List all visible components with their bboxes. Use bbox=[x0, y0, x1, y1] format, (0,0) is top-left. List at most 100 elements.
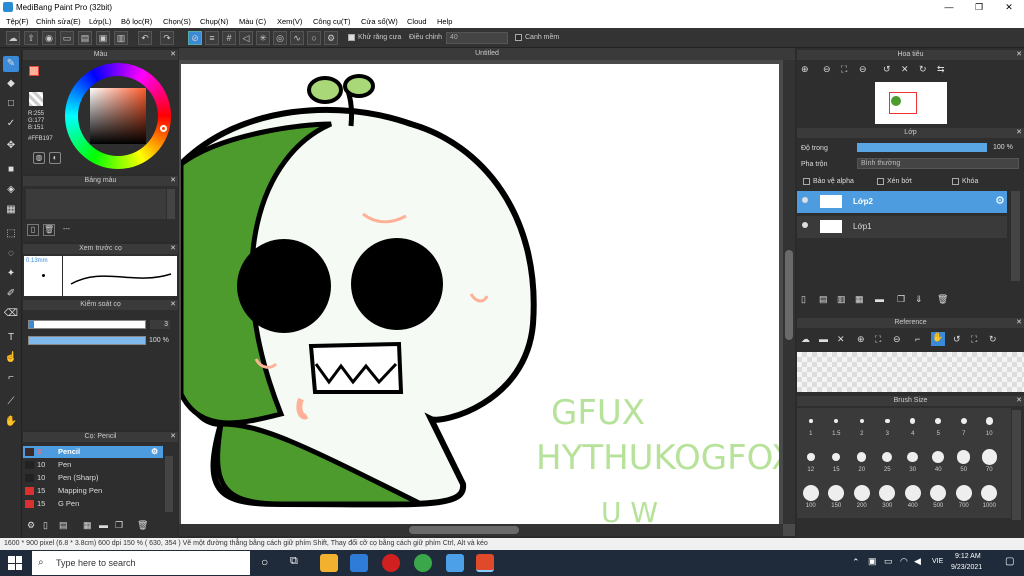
brush-tool-icon[interactable]: ✎ bbox=[3, 56, 19, 72]
new-layer-icon[interactable]: ▯ bbox=[801, 294, 806, 305]
add-palette-icon[interactable]: ▯ bbox=[27, 224, 39, 236]
reference-folder-icon[interactable]: ▬ bbox=[819, 334, 828, 344]
battery-icon[interactable]: ▭ bbox=[884, 556, 893, 567]
brush-size-value[interactable]: 3 bbox=[150, 320, 170, 329]
palette-icon[interactable]: ◍ bbox=[33, 152, 45, 164]
dot-tool-icon[interactable]: ✓ bbox=[3, 116, 19, 132]
select-eraser-icon[interactable]: ⌫ bbox=[3, 306, 19, 322]
reference-eyedropper-icon[interactable]: ⌐ bbox=[915, 334, 920, 344]
brush-size-option[interactable]: 40 bbox=[926, 448, 952, 473]
brush-item[interactable]: 10 Pen bbox=[23, 459, 163, 471]
save-icon[interactable]: ▥ bbox=[114, 31, 128, 45]
eraser-tool-icon[interactable]: ◆ bbox=[3, 76, 19, 92]
lasso-tool-icon[interactable]: ◌ bbox=[3, 246, 19, 262]
canvas-horizontal-scrollbar[interactable] bbox=[179, 524, 783, 536]
store-app-icon[interactable] bbox=[320, 554, 338, 572]
palette-area[interactable] bbox=[26, 189, 166, 219]
menu-view[interactable]: Xem(V) bbox=[277, 17, 302, 26]
tray-up-icon[interactable]: ⌃ bbox=[852, 557, 860, 568]
brush-size-option[interactable]: 7 bbox=[951, 412, 977, 437]
layers-scrollbar[interactable] bbox=[1011, 191, 1020, 281]
navigator-thumbnail[interactable] bbox=[875, 82, 947, 124]
select-tool-icon[interactable]: ⬚ bbox=[3, 226, 19, 242]
menu-capture[interactable]: Chụp(N) bbox=[200, 17, 228, 26]
chat-icon[interactable]: ▭ bbox=[60, 31, 74, 45]
layer-opacity-slider[interactable] bbox=[857, 143, 987, 152]
layer-row[interactable]: Lớp1 bbox=[797, 216, 1007, 238]
canvas-tab[interactable]: Untitled bbox=[179, 48, 795, 60]
protect-alpha-checkbox[interactable] bbox=[803, 178, 810, 185]
menu-help[interactable]: Help bbox=[437, 17, 452, 26]
bucket-tool-icon[interactable]: ◈ bbox=[3, 182, 19, 198]
open-file-icon[interactable]: ▣ bbox=[96, 31, 110, 45]
windows-start-icon[interactable] bbox=[8, 556, 22, 570]
menu-cloud[interactable]: Cloud bbox=[407, 17, 427, 26]
brush-list-scrollbar[interactable] bbox=[165, 456, 173, 512]
reference-reset-icon[interactable]: ⛶ bbox=[971, 334, 977, 345]
fit-icon[interactable]: ⛶ bbox=[841, 64, 847, 75]
brush-menu-icon[interactable]: ▤ bbox=[59, 520, 68, 531]
delete-palette-icon[interactable]: 🗑 bbox=[43, 224, 55, 236]
brush-size-slider[interactable] bbox=[28, 320, 146, 329]
brush-size-option[interactable]: 1 bbox=[798, 412, 824, 437]
menu-window[interactable]: Cửa sổ(W) bbox=[361, 17, 398, 26]
menu-filter[interactable]: Bộ lọc(R) bbox=[121, 17, 152, 26]
hue-handle[interactable] bbox=[160, 125, 167, 132]
panel-close-icon[interactable]: ✕ bbox=[170, 432, 176, 440]
panel-close-icon[interactable]: ✕ bbox=[1016, 50, 1022, 58]
brush-size-option[interactable]: 20 bbox=[849, 448, 875, 473]
panel-close-icon[interactable]: ✕ bbox=[1016, 318, 1022, 326]
folder-icon[interactable]: ▬ bbox=[99, 520, 108, 530]
rotate-left-icon[interactable]: ↺ bbox=[883, 64, 891, 75]
brush-size-option[interactable]: 12 bbox=[798, 448, 824, 473]
undo-icon[interactable]: ↶ bbox=[138, 31, 152, 45]
menu-edit[interactable]: Chỉnh sửa(E) bbox=[36, 17, 81, 26]
eyedropper-tool-icon[interactable]: ⌐ bbox=[3, 370, 19, 386]
upload-icon[interactable]: ⇧ bbox=[24, 31, 38, 45]
new-layer-menu-icon[interactable]: ▦ bbox=[855, 294, 864, 305]
panel-close-icon[interactable]: ✕ bbox=[170, 176, 176, 184]
cortana-icon[interactable]: ○ bbox=[261, 555, 268, 569]
brush-size-option[interactable]: 25 bbox=[875, 448, 901, 473]
wifi-icon[interactable]: ◠ bbox=[900, 556, 908, 567]
tray-app-icon[interactable]: ▣ bbox=[868, 556, 877, 567]
brush-size-option[interactable]: 400 bbox=[900, 484, 926, 509]
reference-fit-icon[interactable]: ⛶ bbox=[875, 334, 881, 345]
reference-open-icon[interactable]: ☁ bbox=[801, 334, 810, 345]
brush-size-option[interactable]: 2 bbox=[849, 412, 875, 437]
chrome-app-icon[interactable] bbox=[414, 554, 432, 572]
mail-app-icon[interactable] bbox=[350, 554, 368, 572]
correction-select[interactable]: 40 bbox=[446, 32, 508, 44]
primary-color-swatch[interactable] bbox=[29, 66, 39, 76]
canvas-vertical-scrollbar[interactable] bbox=[783, 60, 795, 524]
reference-hand-icon[interactable]: ✋ bbox=[931, 332, 945, 346]
shape-tool-icon[interactable]: □ bbox=[3, 96, 19, 112]
reference-image-area[interactable] bbox=[797, 352, 1024, 392]
medibang-app-icon[interactable] bbox=[476, 554, 494, 572]
volume-icon[interactable]: ◀ bbox=[914, 556, 921, 567]
snap-circle-icon[interactable]: ◎ bbox=[273, 31, 287, 45]
menu-layer[interactable]: Lớp(L) bbox=[89, 17, 111, 26]
new-halftone-icon[interactable]: ▥ bbox=[837, 294, 846, 305]
snap-curve-icon[interactable]: ∿ bbox=[290, 31, 304, 45]
reference-close-icon[interactable]: ✕ bbox=[837, 334, 845, 345]
menu-tools[interactable]: Công cụ(T) bbox=[313, 17, 351, 26]
reference-zoom-out-icon[interactable]: ⊖ bbox=[893, 334, 901, 345]
select-pen-icon[interactable]: ✐ bbox=[3, 286, 19, 302]
reset-view-icon[interactable]: ✕ bbox=[901, 64, 909, 75]
color-mode-icon[interactable]: ◐ bbox=[49, 152, 61, 164]
brush-size-option[interactable]: 15 bbox=[824, 448, 850, 473]
reference-zoom-in-icon[interactable]: ⊕ bbox=[857, 334, 865, 345]
brush-size-option[interactable]: 1.5 bbox=[824, 412, 850, 437]
notification-icon[interactable]: ▢ bbox=[1005, 556, 1014, 567]
operation-tool-icon[interactable]: ☝ bbox=[3, 350, 19, 366]
opera-app-icon[interactable] bbox=[382, 554, 400, 572]
rotate-right-icon[interactable]: ↻ bbox=[919, 64, 927, 75]
antialias-checkbox[interactable] bbox=[348, 34, 355, 41]
brush-size-option[interactable]: 700 bbox=[951, 484, 977, 509]
brush-size-option[interactable]: 3 bbox=[875, 412, 901, 437]
reference-flip-icon[interactable]: ↻ bbox=[989, 334, 997, 345]
brush-size-scrollbar[interactable] bbox=[1012, 410, 1021, 520]
brush-size-option[interactable]: 5 bbox=[926, 412, 952, 437]
language-indicator[interactable]: VIE bbox=[932, 558, 943, 565]
